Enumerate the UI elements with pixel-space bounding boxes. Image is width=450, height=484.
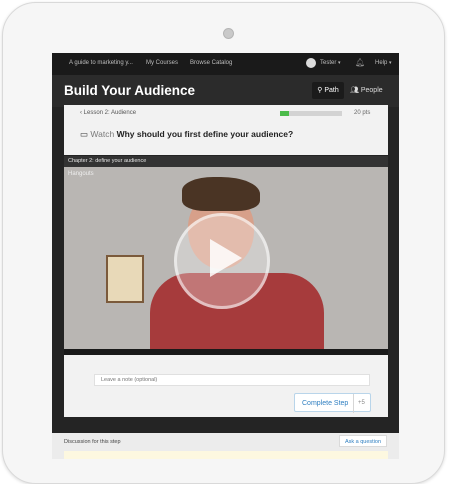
camera-icon (223, 28, 234, 39)
tab-path[interactable]: ⚲ Path (312, 82, 344, 99)
lesson-back-link[interactable]: ‹ Lesson 2: Audience (80, 110, 136, 116)
chevron-down-icon: ▾ (389, 60, 392, 66)
points-label: 20 pts (354, 110, 371, 116)
avatar[interactable] (306, 58, 316, 68)
nav-link-browse-catalog[interactable]: Browse Catalog (190, 60, 232, 66)
discussion-label: Discussion for this step (64, 439, 121, 445)
discussion-section: Discussion for this step Ask a question (52, 433, 399, 459)
video-player[interactable]: Hangouts (64, 167, 388, 349)
tab-people[interactable]: 👥︎ People (350, 82, 383, 99)
page-title: Build Your Audience (64, 83, 196, 98)
monitor-icon: ▭ (80, 129, 89, 139)
tab-people-label: People (360, 87, 383, 94)
nav-link-my-courses[interactable]: My Courses (146, 60, 178, 66)
discussion-notice (64, 451, 388, 459)
lesson-label: Lesson 2: Audience (83, 110, 137, 116)
chapter-bar: Chapter 2: define your audience (64, 156, 388, 167)
people-icon: 👥︎ (350, 87, 359, 94)
nav-link-course[interactable]: A guide to marketing y... (69, 60, 133, 66)
user-name: Tester (320, 60, 337, 66)
help-menu[interactable]: Help ▾ (375, 60, 392, 66)
hangouts-watermark: Hangouts (68, 171, 94, 177)
help-label: Help (375, 60, 388, 66)
complete-step-label: Complete Step (302, 400, 349, 407)
chapter-label: Chapter 2: define your audience (68, 158, 147, 164)
tab-path-label: Path (324, 87, 339, 94)
play-icon[interactable] (210, 239, 242, 277)
complete-step-button[interactable]: Complete Step +5 (294, 393, 371, 413)
map-pin-icon: ⚲ (317, 87, 323, 94)
lesson-panel: ‹ Lesson 2: Audience 20 pts ▭ Watch Why … (64, 105, 388, 155)
step-question: Why should you first define your audienc… (116, 129, 294, 139)
progress-fill (280, 111, 290, 116)
top-nav: A guide to marketing y... My Courses Bro… (52, 53, 399, 75)
complete-step-points: +5 (353, 394, 365, 413)
chevron-left-icon: ‹ (80, 110, 82, 116)
chevron-down-icon: ▾ (338, 60, 341, 66)
presenter-hair (182, 177, 260, 211)
user-menu[interactable]: Tester ▾ (320, 60, 341, 66)
step-title: ▭ Watch Why should you first define your… (80, 129, 293, 140)
note-input[interactable] (94, 374, 370, 386)
ask-question-button[interactable]: Ask a question (339, 435, 387, 447)
watch-label: Watch (90, 129, 115, 139)
bell-icon[interactable]: 🔔︎ (355, 58, 365, 67)
app-screen: A guide to marketing y... My Courses Bro… (52, 53, 399, 459)
wall-picture (106, 255, 144, 303)
step-actions-panel: Complete Step +5 (64, 355, 388, 417)
progress-bar (280, 111, 342, 116)
